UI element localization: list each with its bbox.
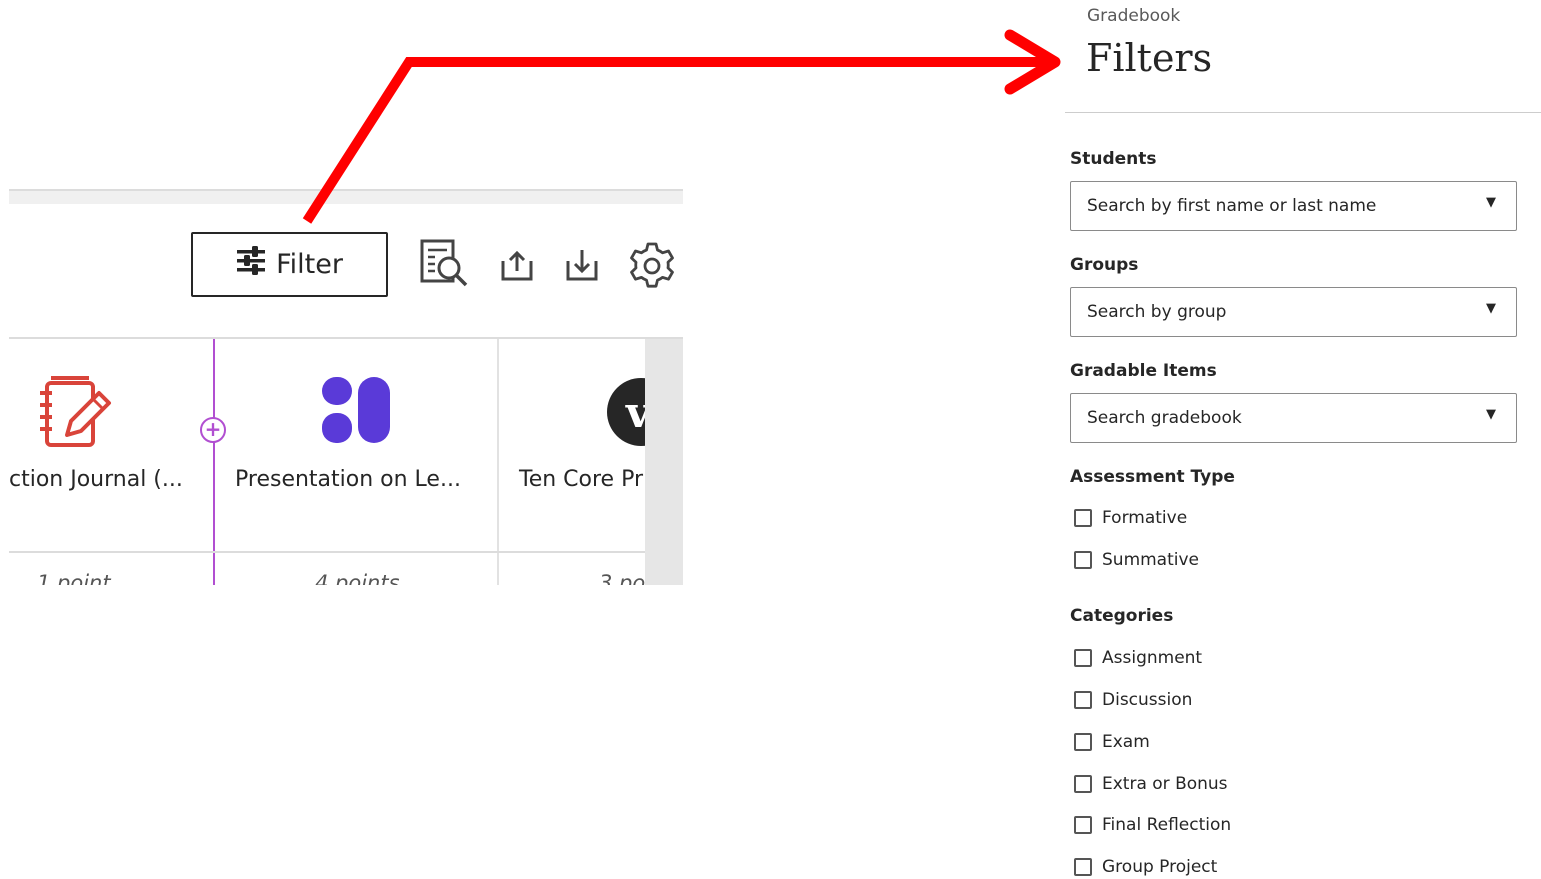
groups-label: Groups <box>1070 255 1139 275</box>
checkbox-label: Formative <box>1102 508 1188 528</box>
checkbox-box[interactable] <box>1074 551 1092 569</box>
checkbox-label: Summative <box>1102 550 1200 570</box>
checkbox-box[interactable] <box>1074 775 1092 793</box>
checkbox-label: Group Project <box>1102 857 1218 877</box>
groups-select[interactable]: Search by group ▼ <box>1070 287 1517 337</box>
checkbox-box[interactable] <box>1074 733 1092 751</box>
checkbox-label: Exam <box>1102 732 1150 752</box>
checkbox-discussion[interactable]: Discussion <box>1074 690 1192 710</box>
checkbox-exam[interactable]: Exam <box>1074 732 1150 752</box>
checkbox-box[interactable] <box>1074 691 1092 709</box>
gradable-items-placeholder: Search gradebook <box>1087 408 1242 428</box>
header-divider <box>1065 112 1541 113</box>
assessment-type-label: Assessment Type <box>1070 467 1235 487</box>
checkbox-formative[interactable]: Formative <box>1074 508 1187 528</box>
checkbox-box[interactable] <box>1074 858 1092 876</box>
checkbox-label: Final Reflection <box>1102 815 1232 835</box>
checkbox-extra-or-bonus[interactable]: Extra or Bonus <box>1074 774 1228 794</box>
checkbox-label: Extra or Bonus <box>1102 774 1228 794</box>
checkbox-group-project[interactable]: Group Project <box>1074 857 1217 877</box>
categories-label: Categories <box>1070 606 1174 626</box>
caret-down-icon: ▼ <box>1486 301 1496 316</box>
caret-down-icon: ▼ <box>1486 195 1496 210</box>
gradable-items-label: Gradable Items <box>1070 361 1217 381</box>
checkbox-box[interactable] <box>1074 816 1092 834</box>
students-label: Students <box>1070 149 1157 169</box>
checkbox-label: Discussion <box>1102 690 1193 710</box>
gradable-items-select[interactable]: Search gradebook ▼ <box>1070 393 1517 443</box>
caret-down-icon: ▼ <box>1486 407 1496 422</box>
groups-placeholder: Search by group <box>1087 302 1227 322</box>
students-select[interactable]: Search by first name or last name ▼ <box>1070 181 1517 231</box>
page-title: Filters <box>1086 36 1213 80</box>
checkbox-summative[interactable]: Summative <box>1074 550 1199 570</box>
checkbox-box[interactable] <box>1074 649 1092 667</box>
checkbox-assignment[interactable]: Assignment <box>1074 648 1202 668</box>
students-placeholder: Search by first name or last name <box>1087 196 1377 216</box>
checkbox-label: Assignment <box>1102 648 1203 668</box>
checkbox-final-reflection[interactable]: Final Reflection <box>1074 815 1231 835</box>
breadcrumb[interactable]: Gradebook <box>1087 6 1180 26</box>
checkbox-box[interactable] <box>1074 509 1092 527</box>
